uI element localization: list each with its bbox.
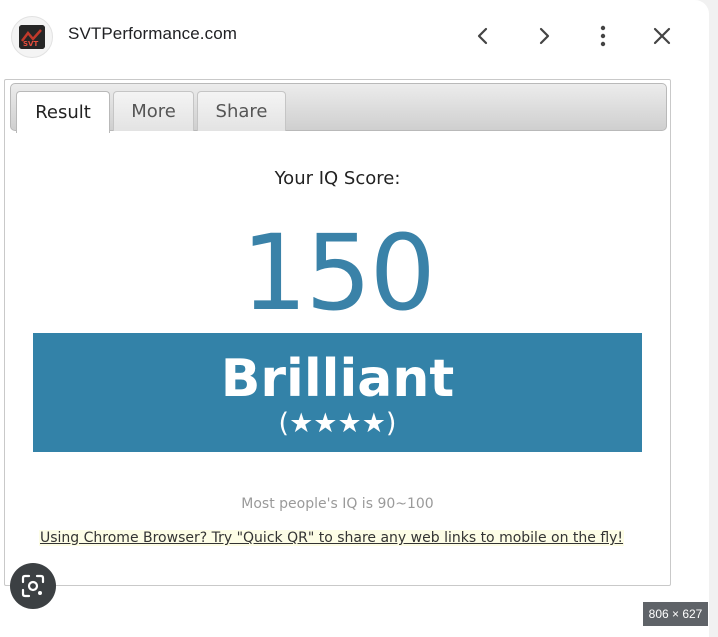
image-dimensions-badge: 806 × 627 — [643, 602, 708, 626]
rating-label: Brilliant — [220, 349, 455, 409]
close-button[interactable] — [648, 22, 676, 50]
tab-result[interactable]: Result — [16, 91, 110, 133]
more-options-button[interactable] — [589, 22, 617, 50]
lens-icon — [21, 574, 45, 598]
chevron-left-icon — [477, 27, 488, 45]
more-vert-icon — [600, 25, 606, 47]
lens-search-button[interactable] — [10, 563, 56, 609]
iq-average-note: Most people's IQ is 90~100 — [241, 496, 434, 512]
rating-stars: (★★★★) — [278, 408, 397, 439]
iq-score-label: Your IQ Score: — [274, 168, 401, 189]
iq-result-card: Result More Share Your IQ Score: 150 Bri… — [4, 79, 671, 586]
chevron-right-icon — [539, 27, 550, 45]
site-name[interactable]: SVTPerformance.com — [68, 24, 237, 44]
close-icon — [653, 27, 671, 45]
quick-qr-promo-link[interactable]: Using Chrome Browser? Try "Quick QR" to … — [39, 530, 625, 546]
svt-logo-icon: SVT — [19, 25, 45, 49]
next-button[interactable] — [530, 22, 558, 50]
tab-share[interactable]: Share — [197, 91, 286, 131]
tab-more[interactable]: More — [113, 91, 194, 131]
image-viewer-panel: SVT SVTPerformance.com Result More Share — [0, 0, 709, 637]
site-favicon: SVT — [11, 16, 53, 58]
svg-text:SVT: SVT — [23, 40, 38, 48]
iq-score-value: 150 — [241, 212, 436, 334]
tab-bar: Result More Share — [10, 83, 667, 133]
rating-banner: Brilliant (★★★★) — [33, 333, 642, 452]
previous-button[interactable] — [469, 22, 497, 50]
